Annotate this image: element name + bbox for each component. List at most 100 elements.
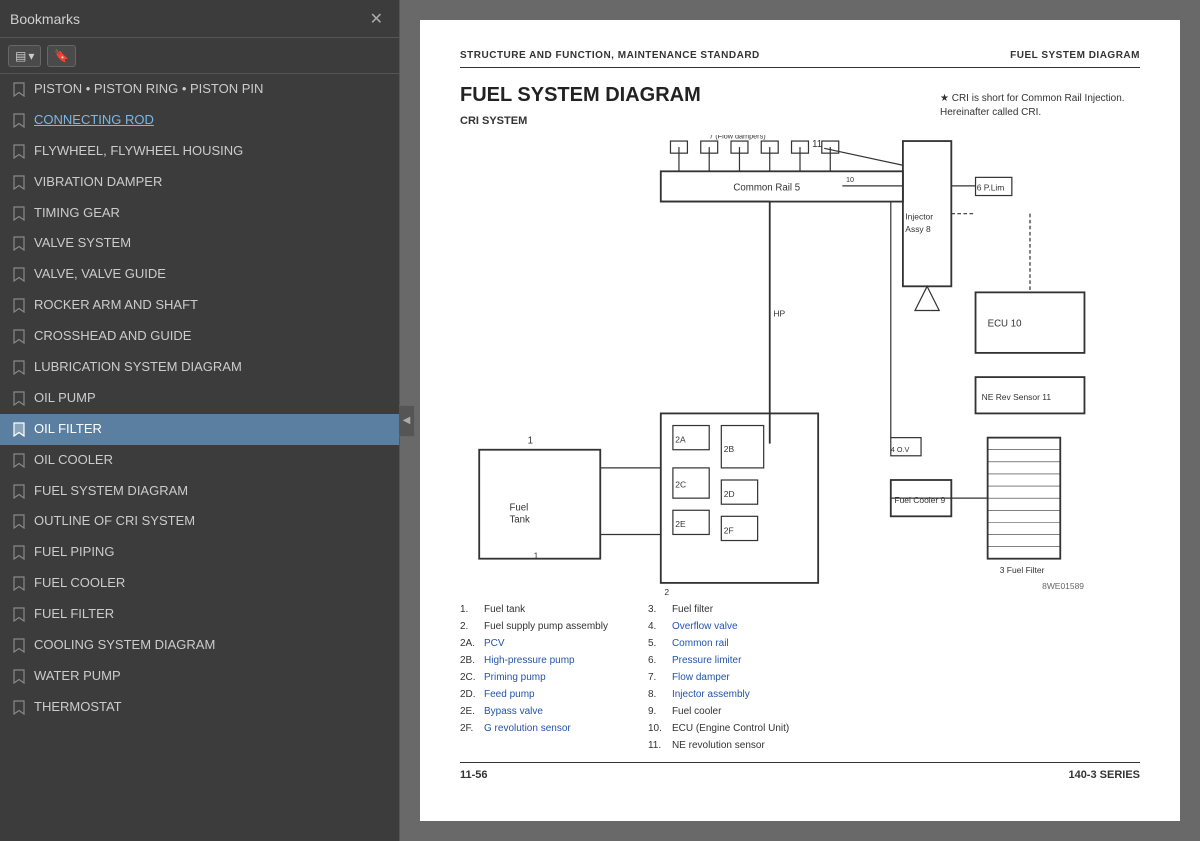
legend-item: 1.Fuel tank [460, 601, 608, 618]
legend-text: Fuel supply pump assembly [484, 618, 608, 635]
bookmark-item-text: COOLING SYSTEM DIAGRAM [34, 637, 389, 654]
bookmark-item-12[interactable]: OIL COOLER [0, 445, 399, 476]
legend-item: 2C.Priming pump [460, 669, 608, 686]
legend-num: 9. [648, 703, 668, 720]
bookmark-item-20[interactable]: THERMOSTAT [0, 692, 399, 723]
svg-text:HP: HP [773, 309, 785, 319]
svg-text:2B: 2B [724, 444, 735, 454]
bookmark-item-text: CROSSHEAD AND GUIDE [34, 328, 389, 345]
doc-header: STRUCTURE AND FUNCTION, MAINTENANCE STAN… [460, 50, 1140, 68]
bookmark-item-11[interactable]: OIL FILTER [0, 414, 399, 445]
bookmark-item-2[interactable]: FLYWHEEL, FLYWHEEL HOUSING [0, 136, 399, 167]
bookmark-item-15[interactable]: FUEL PIPING [0, 537, 399, 568]
dropdown-arrow: ▾ [28, 49, 34, 63]
page-content: STRUCTURE AND FUNCTION, MAINTENANCE STAN… [420, 20, 1180, 821]
bookmark-icon [12, 143, 26, 159]
bookmark-item-13[interactable]: FUEL SYSTEM DIAGRAM [0, 476, 399, 507]
page-number: 11-56 [460, 769, 488, 781]
legend-item: 2.Fuel supply pump assembly [460, 618, 608, 635]
svg-text:1: 1 [528, 436, 533, 447]
legend-item: 3.Fuel filter [648, 601, 789, 618]
legend-item: 2E.Bypass valve [460, 703, 608, 720]
bookmark-item-text: VIBRATION DAMPER [34, 174, 389, 191]
bookmark-icon [12, 668, 26, 684]
bookmark-icon [12, 359, 26, 375]
bookmark-item-text: OIL COOLER [34, 452, 389, 469]
bookmark-item-17[interactable]: FUEL FILTER [0, 599, 399, 630]
svg-text:NE Rev Sensor 11: NE Rev Sensor 11 [982, 392, 1052, 402]
legend-num: 2E. [460, 703, 480, 720]
svg-text:11: 11 [812, 139, 822, 150]
bookmark-icon [12, 576, 26, 592]
legend-num: 2. [460, 618, 480, 635]
legend-num: 2D. [460, 686, 480, 703]
svg-text:2D: 2D [724, 489, 735, 499]
bookmark-item-9[interactable]: LUBRICATION SYSTEM DIAGRAM [0, 352, 399, 383]
bookmark-item-19[interactable]: WATER PUMP [0, 661, 399, 692]
svg-text:Common Rail 5: Common Rail 5 [733, 183, 800, 194]
bookmark-item-7[interactable]: ROCKER ARM AND SHAFT [0, 290, 399, 321]
bookmark-item-text: TIMING GEAR [34, 205, 389, 222]
legend-num: 2F. [460, 720, 480, 737]
legend-text: Feed pump [484, 686, 535, 703]
diagram-area: Fuel Tank 1 2A 2B 2C 2D [460, 135, 1140, 595]
bookmark-item-14[interactable]: OUTLINE OF CRI SYSTEM [0, 506, 399, 537]
svg-text:6 P.Lim: 6 P.Lim [977, 183, 1005, 193]
bookmark-icon [12, 514, 26, 530]
bookmark-item-6[interactable]: VALVE, VALVE GUIDE [0, 259, 399, 290]
bookmark-icon [12, 637, 26, 653]
new-bookmark-button[interactable]: 🔖 [47, 45, 76, 67]
bookmark-item-4[interactable]: TIMING GEAR [0, 198, 399, 229]
legend-text: ECU (Engine Control Unit) [672, 720, 789, 737]
bookmark-item-3[interactable]: VIBRATION DAMPER [0, 167, 399, 198]
svg-text:2A: 2A [675, 434, 686, 444]
legend-num: 10. [648, 720, 668, 737]
legend-item: 7.Flow damper [648, 669, 789, 686]
bookmark-item-8[interactable]: CROSSHEAD AND GUIDE [0, 321, 399, 352]
legend-item: 5.Common rail [648, 635, 789, 652]
svg-text:1: 1 [534, 551, 539, 561]
bookmark-icon [12, 699, 26, 715]
bookmark-item-1[interactable]: CONNECTING ROD [0, 105, 399, 136]
bookmarks-close-button[interactable]: ✕ [364, 7, 389, 31]
legend-text: Common rail [672, 635, 729, 652]
bookmark-add-icon: 🔖 [54, 49, 69, 63]
bookmark-icon [12, 390, 26, 406]
bookmark-item-16[interactable]: FUEL COOLER [0, 568, 399, 599]
fuel-system-diagram: Fuel Tank 1 2A 2B 2C 2D [460, 135, 1140, 595]
legend-item: 2A.PCV [460, 635, 608, 652]
bookmarks-header: Bookmarks ✕ [0, 0, 399, 38]
bookmark-item-10[interactable]: OIL PUMP [0, 383, 399, 414]
bookmark-icon [12, 452, 26, 468]
bookmark-item-18[interactable]: COOLING SYSTEM DIAGRAM [0, 630, 399, 661]
svg-text:2E: 2E [675, 519, 686, 529]
legend-num: 5. [648, 635, 668, 652]
legend-text: Bypass valve [484, 703, 543, 720]
bookmark-icon [12, 329, 26, 345]
legend-text: High-pressure pump [484, 652, 575, 669]
legend-item: 2B.High-pressure pump [460, 652, 608, 669]
doc-footer: 11-56 140-3 SERIES [460, 762, 1140, 781]
view-options-button[interactable]: ▤ ▾ [8, 45, 41, 67]
legend-item: 8.Injector assembly [648, 686, 789, 703]
svg-text:8WE01589: 8WE01589 [1042, 581, 1084, 591]
bookmark-item-0[interactable]: PISTON • PISTON RING • PISTON PIN [0, 74, 399, 105]
bookmark-item-text: FUEL SYSTEM DIAGRAM [34, 483, 389, 500]
legend-col-2: 3.Fuel filter4.Overflow valve5.Common ra… [648, 601, 789, 754]
svg-text:ECU 10: ECU 10 [988, 318, 1022, 329]
bookmark-icon [12, 236, 26, 252]
bookmark-item-5[interactable]: VALVE SYSTEM [0, 228, 399, 259]
bookmark-item-text: FUEL COOLER [34, 575, 389, 592]
legend-item: 2D.Feed pump [460, 686, 608, 703]
legend-text: Flow damper [672, 669, 730, 686]
legend-text: Fuel tank [484, 601, 525, 618]
legend-text: Fuel filter [672, 601, 713, 618]
bookmark-icon [12, 421, 26, 437]
bookmark-item-text: THERMOSTAT [34, 699, 389, 716]
doc-note: ★ CRI is short for Common Rail Injection… [940, 92, 1140, 120]
legend-num: 2B. [460, 652, 480, 669]
bookmark-item-text: FUEL FILTER [34, 606, 389, 623]
collapse-panel-button[interactable]: ◀ [399, 405, 415, 437]
bookmark-icon [12, 81, 26, 97]
legend-item: 6.Pressure limiter [648, 652, 789, 669]
